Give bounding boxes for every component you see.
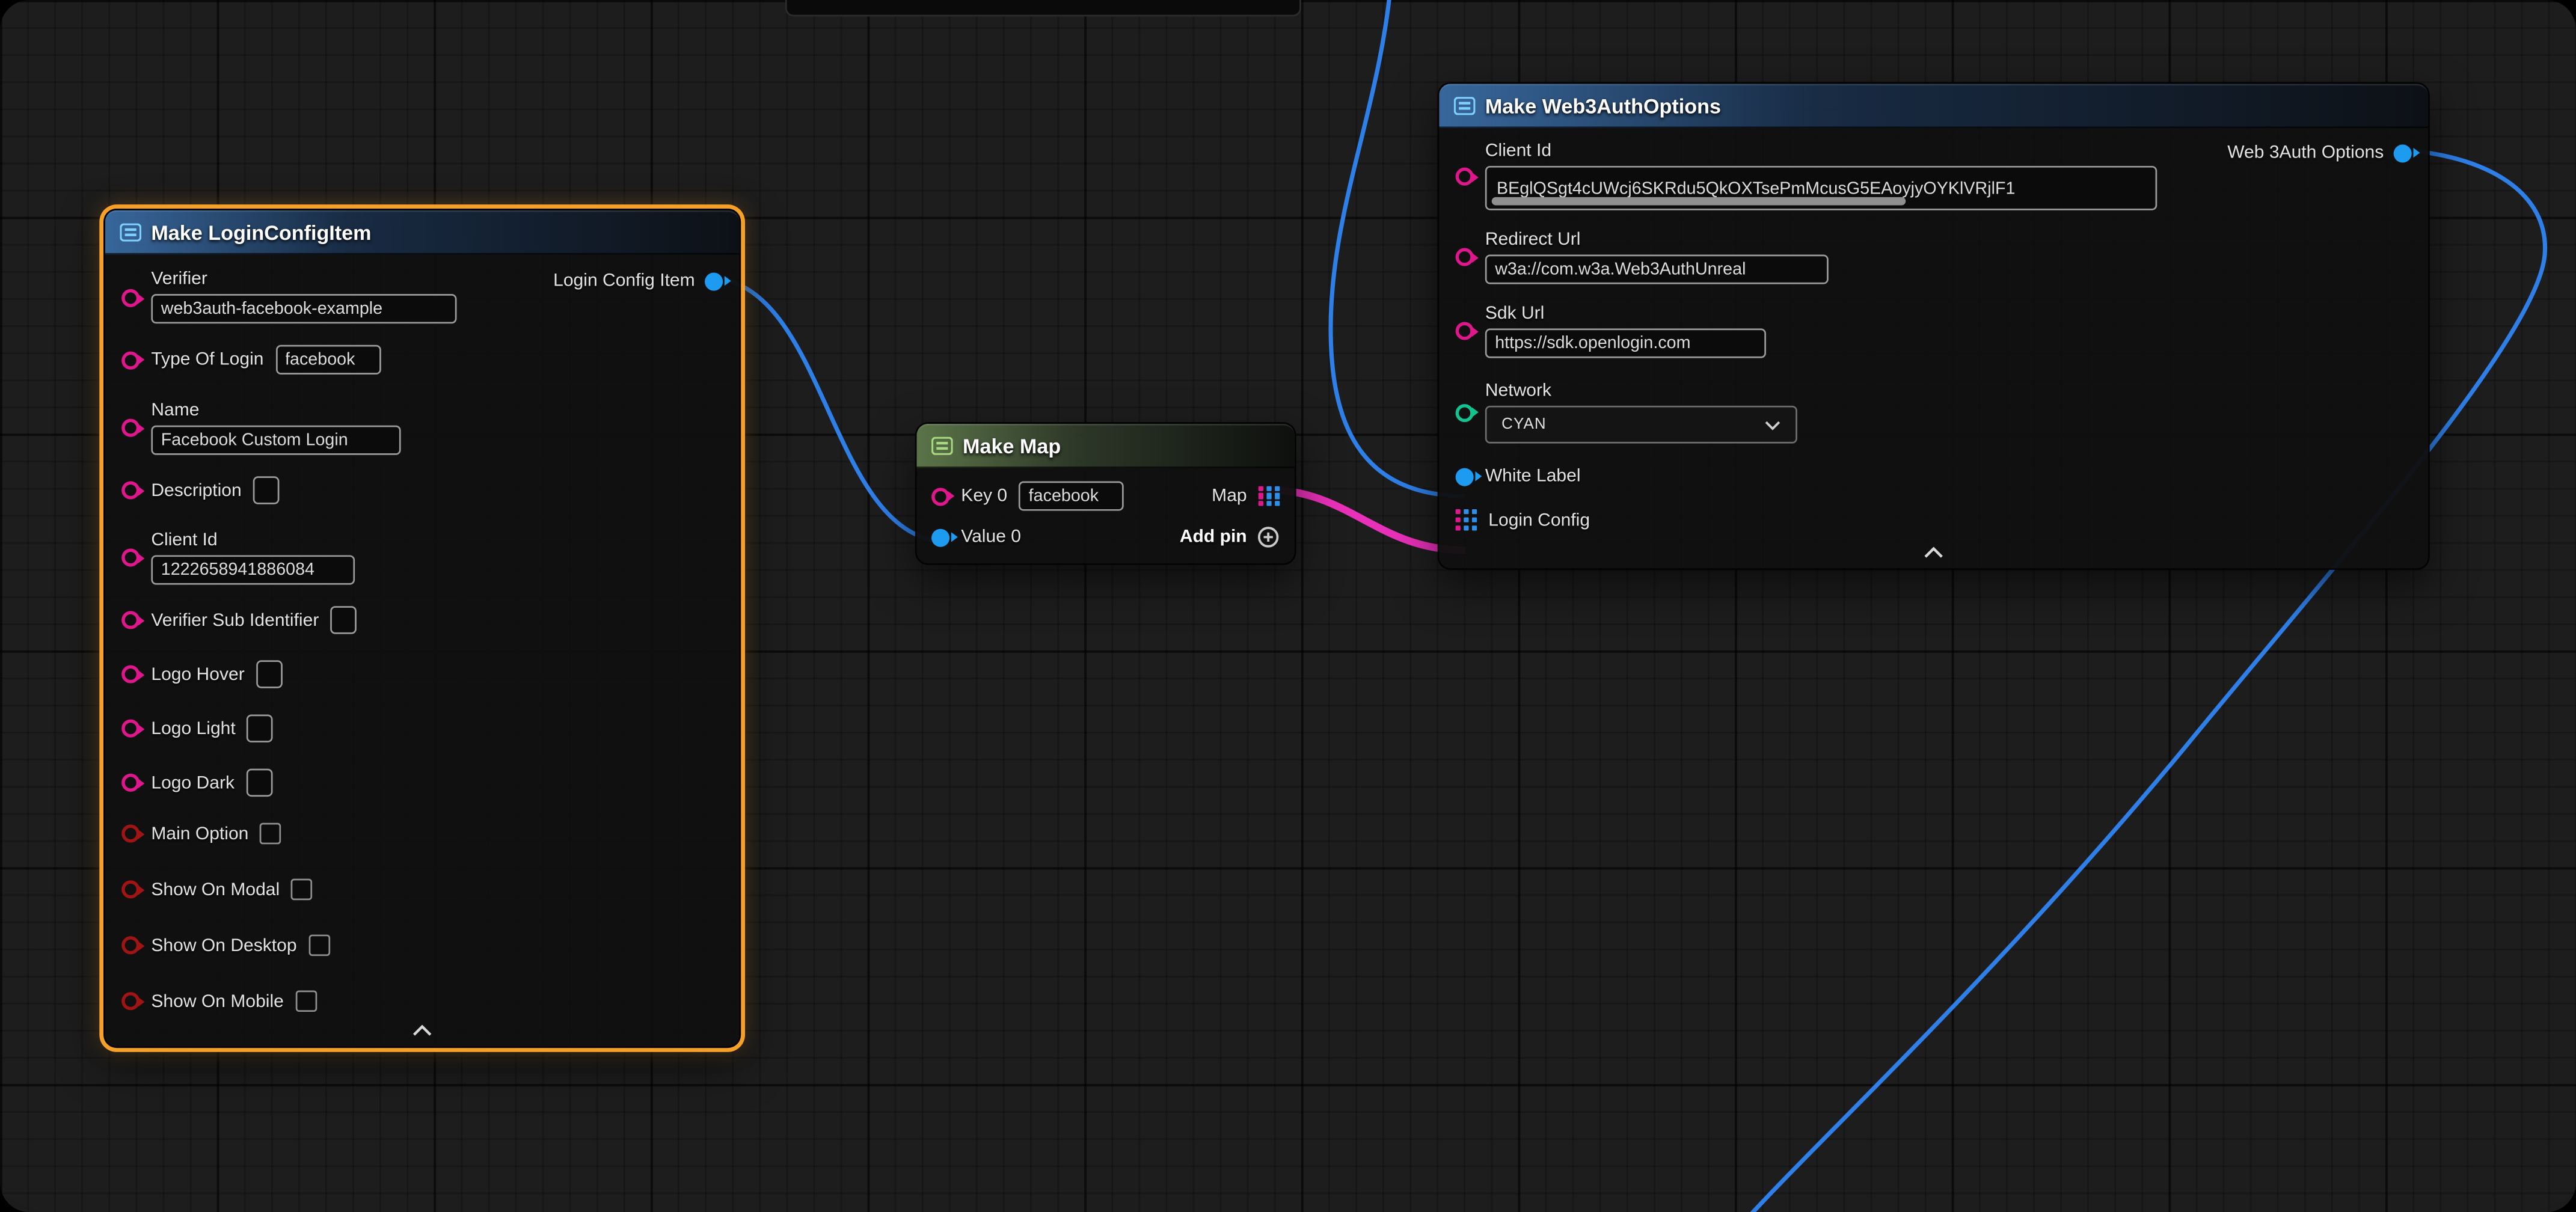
pin-map-output[interactable] <box>1259 485 1280 507</box>
field-label-key-0: Key 0 <box>961 486 1007 506</box>
logo-dark-input[interactable] <box>246 769 272 797</box>
description-input[interactable] <box>253 476 280 504</box>
pin-client-id[interactable] <box>1456 168 1474 186</box>
field-label-logo-dark: Logo Dark <box>151 773 235 792</box>
wire-loginconfigitem-to-value0 <box>707 278 949 542</box>
redirect-url-input[interactable] <box>1485 254 1829 284</box>
pin-show-on-desktop[interactable] <box>121 936 140 954</box>
blueprint-canvas[interactable]: Make LoginConfigItem Verifier Login Conf… <box>0 0 2576 1212</box>
output-label-login-config-item: Login Config Item <box>553 271 695 291</box>
verifier-input[interactable] <box>151 294 456 323</box>
field-label-login-config: Login Config <box>1488 510 1590 530</box>
client-id-field[interactable] <box>1485 166 2157 210</box>
chevron-up-icon <box>412 1025 432 1036</box>
pin-key-0[interactable] <box>931 487 949 505</box>
offscreen-node-fragment[interactable] <box>785 0 1301 16</box>
field-label-type-of-login: Type Of Login <box>151 350 263 370</box>
node-title: Make LoginConfigItem <box>151 221 371 243</box>
make-map-icon <box>931 437 953 455</box>
client-id-input[interactable] <box>151 555 355 584</box>
pin-client-id[interactable] <box>121 549 140 567</box>
pin-main-option[interactable] <box>121 825 140 843</box>
pin-logo-light[interactable] <box>121 720 140 738</box>
pin-logo-dark[interactable] <box>121 774 140 792</box>
node-title: Make Map <box>963 435 1061 458</box>
field-label-network: Network <box>1485 381 1797 401</box>
output-label-web3auth-options: Web 3Auth Options <box>2227 143 2384 163</box>
output-label-map: Map <box>1212 486 1247 506</box>
node-header-make-web3authoptions[interactable]: Make Web3AuthOptions <box>1439 84 2428 128</box>
pin-show-on-modal[interactable] <box>121 880 140 898</box>
chevron-up-icon <box>1924 547 1943 559</box>
node-make-map[interactable]: Make Map Key 0 Map Value 0 <box>915 422 1296 565</box>
field-label-logo-hover: Logo Hover <box>151 664 244 684</box>
network-selected-value: CYAN <box>1501 415 1547 433</box>
name-input[interactable] <box>151 426 400 455</box>
pin-logo-hover[interactable] <box>121 666 140 684</box>
network-dropdown[interactable]: CYAN <box>1485 406 1797 444</box>
pin-network[interactable] <box>1456 403 1474 421</box>
field-label-name: Name <box>151 401 400 421</box>
chevron-down-icon <box>1764 420 1780 429</box>
field-label-value-0: Value 0 <box>961 527 1021 547</box>
node-make-loginconfigitem[interactable]: Make LoginConfigItem Verifier Login Conf… <box>103 209 741 1048</box>
node-header-make-map[interactable]: Make Map <box>917 424 1295 468</box>
field-label-show-on-modal: Show On Modal <box>151 880 280 899</box>
pin-description[interactable] <box>121 482 140 500</box>
collapse-node-button[interactable] <box>121 1021 723 1046</box>
node-title: Make Web3AuthOptions <box>1485 94 1721 117</box>
field-label-show-on-desktop: Show On Desktop <box>151 935 296 955</box>
add-pin-plus-icon <box>1257 525 1280 548</box>
pin-value-0[interactable] <box>931 528 949 546</box>
make-struct-icon <box>120 224 141 242</box>
sdk-url-input[interactable] <box>1485 328 1766 358</box>
logo-light-input[interactable] <box>247 714 274 742</box>
verifier-sub-identifier-input[interactable] <box>330 606 357 634</box>
field-label-redirect-url: Redirect Url <box>1485 230 1829 249</box>
pin-name[interactable] <box>121 419 140 437</box>
pin-verifier[interactable] <box>121 289 140 307</box>
collapse-node-button[interactable] <box>1456 543 2412 568</box>
add-pin-button[interactable]: Add pin <box>1180 525 1280 548</box>
show-on-modal-checkbox[interactable] <box>291 879 313 901</box>
pin-redirect-url[interactable] <box>1456 248 1474 266</box>
key-0-input[interactable] <box>1019 482 1124 511</box>
field-label-white-label: White Label <box>1485 467 1581 486</box>
pin-sdk-url[interactable] <box>1456 322 1474 340</box>
type-of-login-input[interactable] <box>275 345 381 375</box>
show-on-desktop-checkbox[interactable] <box>308 935 330 956</box>
field-label-verifier-sub-identifier: Verifier Sub Identifier <box>151 610 319 630</box>
make-struct-icon <box>1454 97 1476 115</box>
pin-type-of-login[interactable] <box>121 350 140 369</box>
show-on-mobile-checkbox[interactable] <box>295 990 317 1012</box>
client-id-scrollbar[interactable] <box>1492 197 1906 206</box>
pin-login-config-item-output[interactable] <box>705 272 723 290</box>
field-label-logo-light: Logo Light <box>151 718 235 738</box>
main-option-checkbox[interactable] <box>260 823 282 845</box>
field-label-sdk-url: Sdk Url <box>1485 304 1766 323</box>
field-label-verifier: Verifier <box>151 269 456 289</box>
field-label-client-id: Client Id <box>151 530 355 550</box>
pin-web3auth-options-output[interactable] <box>2394 144 2412 162</box>
blueprint-editor: Make LoginConfigItem Verifier Login Conf… <box>0 0 2576 1212</box>
field-label-show-on-mobile: Show On Mobile <box>151 991 284 1011</box>
node-header-make-loginconfigitem[interactable]: Make LoginConfigItem <box>105 210 740 255</box>
add-pin-label: Add pin <box>1180 527 1247 547</box>
logo-hover-input[interactable] <box>256 660 283 688</box>
pin-verifier-sub-identifier[interactable] <box>121 611 140 629</box>
field-label-main-option: Main Option <box>151 824 248 843</box>
field-label-description: Description <box>151 480 241 500</box>
field-label-client-id: Client Id <box>1485 141 2157 161</box>
node-make-web3authoptions[interactable]: Make Web3AuthOptions Client Id Web 3Auth… <box>1438 82 2430 570</box>
pin-login-config[interactable] <box>1456 509 1477 531</box>
pin-white-label[interactable] <box>1456 467 1474 485</box>
pin-show-on-mobile[interactable] <box>121 992 140 1010</box>
